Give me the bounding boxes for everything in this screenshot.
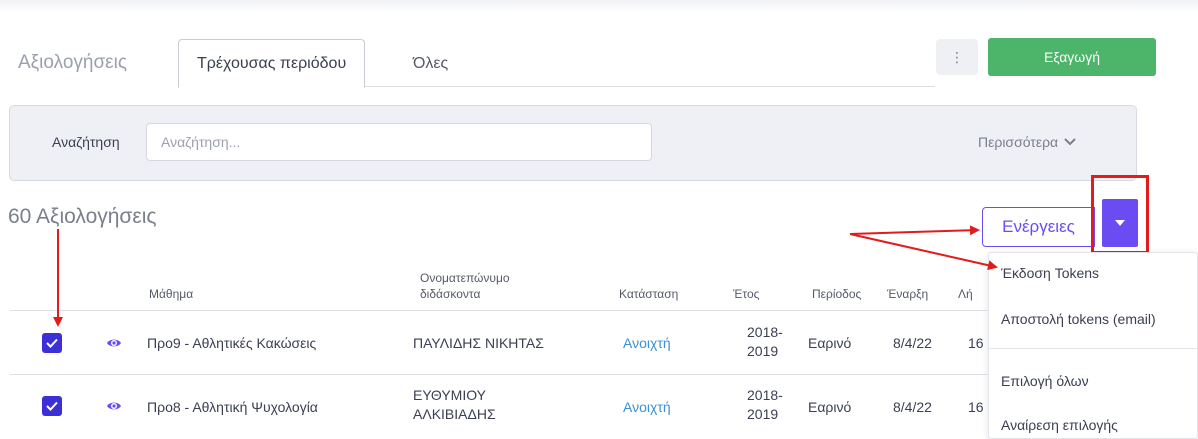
page-title: Αξιολογήσεις bbox=[18, 52, 128, 73]
annotation-highlight-box bbox=[1091, 175, 1149, 254]
start-date: 8/4/22 bbox=[893, 335, 932, 351]
year-value: 2018- 2019 bbox=[747, 387, 783, 422]
actions-menu: Έκδοση Tokens Αποστολή tokens (email) Επ… bbox=[988, 252, 1198, 439]
column-header-period: Περίοδος bbox=[812, 287, 862, 301]
export-button[interactable]: Εξαγωγή bbox=[988, 38, 1156, 76]
checkmark-icon bbox=[46, 338, 58, 348]
period-value: Εαρινό bbox=[808, 399, 852, 415]
course-name: Προ9 - Αθλητικές Κακώσεις bbox=[147, 335, 317, 351]
menu-item-issue-tokens[interactable]: Έκδοση Tokens bbox=[1001, 265, 1099, 281]
chevron-down-icon bbox=[1064, 138, 1076, 146]
status-link[interactable]: Ανοιχτή bbox=[623, 334, 671, 353]
ellipsis-vertical-icon: ⋮ bbox=[950, 48, 964, 65]
search-input[interactable] bbox=[146, 123, 652, 161]
period-value: Εαρινό bbox=[808, 335, 852, 351]
results-count: 60 Αξιολογήσεις bbox=[8, 205, 157, 228]
row-checkbox[interactable] bbox=[42, 396, 62, 416]
year-value: 2018- 2019 bbox=[747, 324, 783, 359]
row-checkbox[interactable] bbox=[42, 333, 62, 353]
end-date: 16 bbox=[968, 399, 984, 415]
search-panel: Αναζήτηση Περισσότερα bbox=[9, 105, 1137, 181]
table-row[interactable]: Προ9 - Αθλητικές Κακώσεις ΠΑΥΛΙΔΗΣ ΝΙΚΗΤ… bbox=[10, 311, 987, 375]
course-name: Προ8 - Αθλητική Ψυχολογία bbox=[147, 399, 318, 415]
start-date: 8/4/22 bbox=[893, 399, 932, 415]
eye-icon[interactable] bbox=[106, 398, 122, 414]
more-filters-link[interactable]: Περισσότερα bbox=[978, 134, 1076, 150]
actions-button[interactable]: Ενέργειες bbox=[982, 207, 1095, 247]
menu-item-select-all[interactable]: Επιλογή όλων bbox=[1001, 373, 1089, 389]
status-link[interactable]: Ανοιχτή bbox=[623, 398, 671, 417]
end-date: 16 bbox=[968, 335, 984, 351]
search-label: Αναζήτηση bbox=[52, 134, 120, 150]
column-header-status: Κατάσταση bbox=[619, 287, 679, 301]
menu-divider bbox=[989, 348, 1198, 349]
annotation-arrow-menu bbox=[849, 233, 998, 271]
more-options-button[interactable]: ⋮ bbox=[936, 39, 978, 75]
instructor-name: ΠΑΥΛΙΔΗΣ ΝΙΚΗΤΑΣ bbox=[413, 335, 544, 351]
column-header-course: Μάθημα bbox=[149, 287, 194, 301]
menu-item-send-tokens-email[interactable]: Αποστολή tokens (email) bbox=[1001, 311, 1156, 327]
tab-current-period[interactable]: Τρέχουσας περιόδου bbox=[178, 39, 366, 88]
checkmark-icon bbox=[46, 401, 58, 411]
topbar-shadow bbox=[0, 0, 1198, 12]
instructor-name: ΕΥΘΥΜΙΟΥ ΑΛΚΙΒΙΑΔΗΣ bbox=[413, 387, 496, 422]
table-row[interactable]: Προ8 - Αθλητική Ψυχολογία ΕΥΘΥΜΙΟΥ ΑΛΚΙΒ… bbox=[10, 375, 987, 439]
column-header-year: Έτος bbox=[733, 287, 760, 301]
menu-item-deselect[interactable]: Αναίρεση επιλογής bbox=[1001, 417, 1118, 433]
column-header-instructor: Ονοματεπώνυμο διδάσκοντα bbox=[420, 271, 510, 301]
tab-bar: Τρέχουσας περιόδου Όλες bbox=[178, 39, 935, 88]
eye-icon[interactable] bbox=[106, 335, 122, 351]
annotation-arrow-actions bbox=[849, 225, 980, 236]
column-header-end: Λή bbox=[958, 287, 973, 301]
tab-all[interactable]: Όλες bbox=[395, 39, 466, 88]
column-header-start: Έναρξη bbox=[887, 287, 929, 301]
more-filters-label: Περισσότερα bbox=[978, 134, 1059, 150]
